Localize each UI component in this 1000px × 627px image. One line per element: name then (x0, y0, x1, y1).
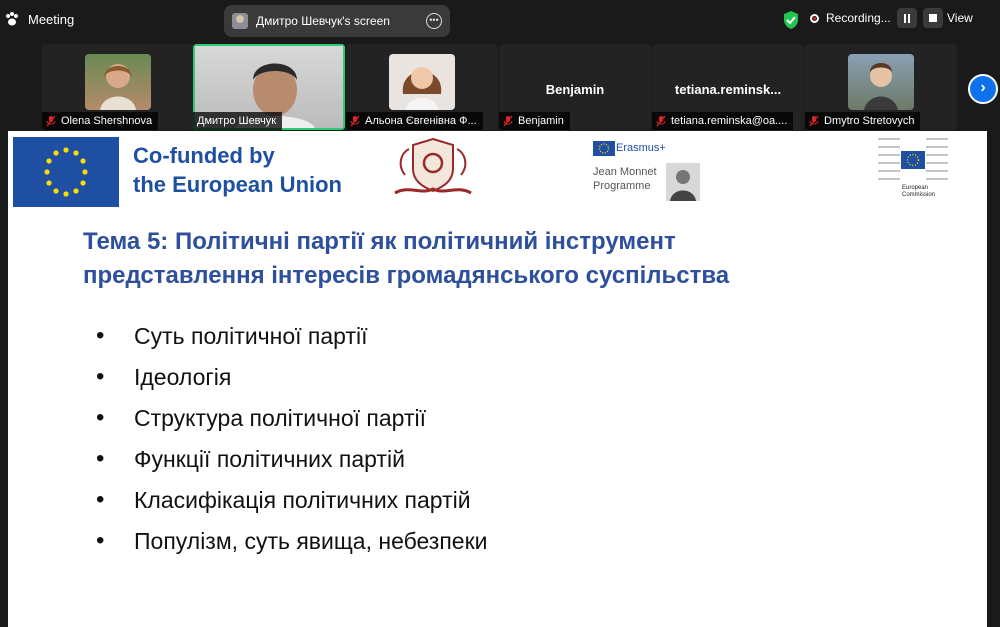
recording-label: Recording... (826, 11, 891, 25)
participant-tile[interactable]: tetiana.reminsk... tetiana.reminska@oa..… (652, 44, 804, 130)
participant-video (85, 54, 151, 110)
portrait-icon (666, 163, 700, 201)
list-item: Ідеологія (96, 358, 488, 399)
jean-monnet-line-2: Programme (593, 180, 651, 192)
pause-icon (903, 13, 906, 23)
shield-check-icon[interactable] (782, 10, 800, 30)
participant-name: Dmytro Stretovych (824, 115, 915, 127)
european-commission-icon (878, 138, 948, 180)
participant-name: Дмитро Шевчук (197, 115, 277, 127)
participant-display-name: tetiana.reminsk... (674, 82, 782, 97)
bullet-list: Суть політичної партії Ідеологія Структу… (96, 317, 488, 563)
participant-tile[interactable]: Альона Євгенівна Ф... (346, 44, 498, 130)
participant-video (389, 54, 455, 110)
slide-title-line-2: представлення інтересів громадянського с… (83, 262, 730, 289)
participant-name: Olena Shershnova (61, 115, 153, 127)
meeting-label: Meeting (28, 11, 75, 27)
list-item: Класифікація політичних партій (96, 481, 488, 522)
participant-strip: Olena Shershnova Дмитро Шевчук Альона Єв… (0, 42, 1000, 130)
stop-recording-button[interactable] (922, 8, 943, 28)
eu-flag-icon (13, 137, 119, 207)
share-label: Дмитро Шевчук's screen (256, 14, 390, 28)
top-bar: Meeting Дмитро Шевчук's screen ••• Recor… (0, 0, 1000, 42)
mic-muted-icon (809, 115, 819, 127)
record-dot-icon (810, 13, 819, 23)
erasmus-flag-icon (593, 141, 615, 156)
stop-icon (928, 14, 937, 22)
avatar (232, 13, 248, 29)
view-button[interactable]: View (947, 11, 973, 25)
participant-name-tag: tetiana.reminska@oa.... (652, 112, 794, 130)
list-item: Структура політичної партії (96, 399, 488, 440)
erasmus-jean-monnet-logo: Erasmus+ Jean Monnet Programme (590, 139, 702, 203)
erasmus-label: Erasmus+ (616, 142, 666, 154)
slide-title: Тема 5: Політичні партії як політичний і… (83, 225, 963, 293)
university-crest-icon (394, 137, 472, 195)
jean-monnet-line-1: Jean Monnet (593, 166, 657, 178)
pause-recording-button[interactable] (896, 8, 917, 28)
participant-tile[interactable]: Olena Shershnova (42, 44, 194, 130)
mic-muted-icon (503, 115, 513, 127)
pause-icon-bar (907, 13, 910, 23)
ec-label-2: Commission (902, 192, 936, 198)
cofunded-text: Co-funded by the European Union (133, 141, 342, 199)
participant-tile[interactable]: Dmytro Stretovych (805, 44, 957, 130)
participant-tile[interactable]: Benjamin Benjamin (499, 44, 651, 130)
mic-muted-icon (350, 115, 360, 127)
european-commission-logo: European Commission (878, 133, 948, 207)
slide-title-line-1: Тема 5: Політичні партії як політичний і… (83, 228, 676, 255)
list-item: Суть політичної партії (96, 317, 488, 358)
meeting-menu[interactable]: Meeting (4, 11, 74, 27)
participant-name: tetiana.reminska@oa.... (671, 115, 788, 127)
participant-video (848, 54, 914, 110)
participant-name-tag: Benjamin (499, 112, 570, 130)
cofunded-line-2: the European Union (133, 172, 342, 197)
participant-name-tag: Дмитро Шевчук (193, 112, 283, 130)
cofunded-line-1: Co-funded by (133, 143, 275, 168)
participant-name-tag: Olena Shershnova (42, 112, 159, 130)
list-item: Функції політичних партій (96, 440, 488, 481)
participant-name-tag: Альона Євгенівна Ф... (346, 112, 483, 130)
view-label: View (947, 11, 973, 25)
participant-name: Benjamin (518, 115, 564, 127)
list-item: Популізм, суть явища, небезпеки (96, 522, 488, 563)
paw-icon (6, 12, 18, 26)
chevron-right-icon: › (980, 79, 986, 96)
participant-name: Альона Євгенівна Ф... (365, 115, 477, 127)
ec-label-1: European (902, 185, 929, 191)
screen-share-indicator[interactable]: Дмитро Шевчук's screen ••• (224, 5, 450, 37)
participant-tile-active-speaker[interactable]: Дмитро Шевчук (193, 44, 345, 130)
shared-screen-slide: Co-funded by the European Union Erasmus+… (8, 131, 987, 627)
more-options-icon[interactable]: ••• (426, 13, 442, 29)
mic-muted-icon (656, 115, 666, 127)
participant-name-tag: Dmytro Stretovych (805, 112, 921, 130)
recording-controls: Recording... (810, 8, 943, 28)
next-participants-button[interactable]: › (968, 74, 998, 104)
mic-muted-icon (46, 115, 56, 127)
participant-display-name: Benjamin (545, 82, 605, 97)
